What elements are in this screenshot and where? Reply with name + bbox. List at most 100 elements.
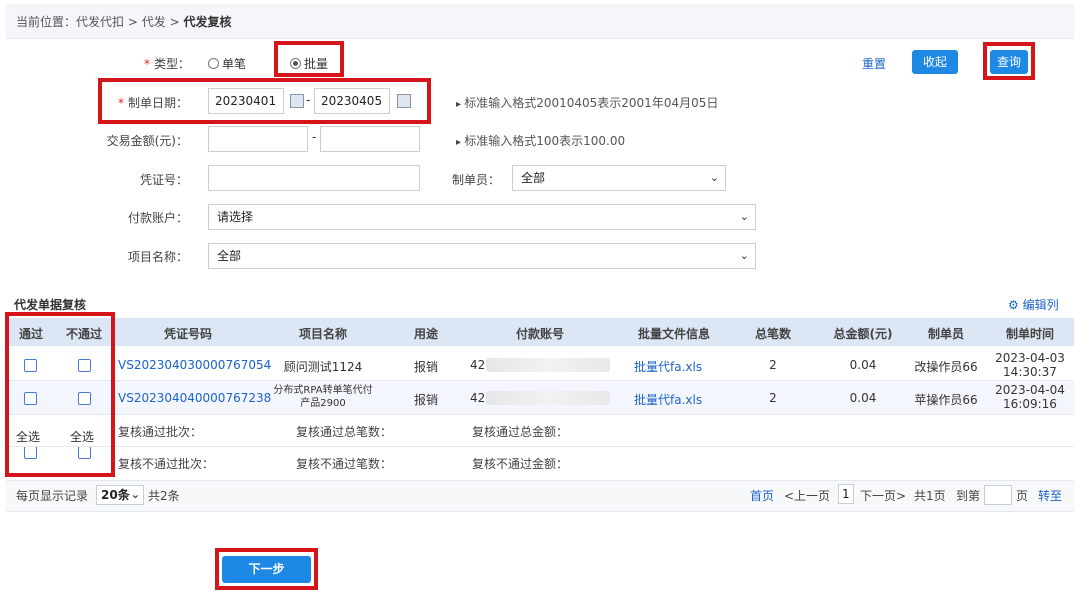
- goto-label: 到第: [956, 489, 981, 503]
- row-count: 2: [769, 358, 777, 372]
- project-select-value: 全部: [217, 249, 242, 263]
- per-page-value: 20条: [101, 488, 130, 502]
- voucher-link[interactable]: VS202304030000767054: [118, 358, 271, 372]
- row-clock: 14:30:37: [1003, 365, 1057, 379]
- breadcrumb-item-daifadaikou[interactable]: 代发代扣: [76, 15, 124, 29]
- voucher-input[interactable]: [208, 165, 420, 191]
- maker-label: 制单员：: [451, 173, 500, 187]
- row-date: 2023-04-04: [995, 383, 1065, 397]
- amount-range-dash: -: [312, 130, 317, 144]
- date-label-text: 制单日期：: [127, 96, 188, 110]
- amount-label: 交易金额(元)：: [106, 134, 188, 148]
- row-count: 2: [769, 391, 777, 405]
- reset-button[interactable]: 重置: [862, 55, 886, 72]
- next-step-button[interactable]: 下一步: [222, 556, 311, 583]
- row-account: 42: [470, 391, 486, 405]
- collapse-button[interactable]: 收起: [912, 50, 958, 74]
- maker-select[interactable]: 全部 ⌄: [512, 165, 726, 191]
- chevron-down-icon: ⌄: [739, 249, 749, 262]
- first-page-link[interactable]: 首页: [750, 487, 774, 504]
- row-account: 42: [470, 358, 486, 372]
- prev-page-link[interactable]: <上一页: [784, 487, 830, 504]
- maker-select-value: 全部: [521, 171, 546, 185]
- row-time: 2023-04-03 14:30:37: [990, 351, 1070, 379]
- page-unit-label: 页: [1016, 489, 1029, 503]
- chevron-down-icon: ⌄: [709, 171, 719, 184]
- highlight-box-checkcolumns: [5, 312, 115, 477]
- summary-fail-batches: 复核不通过批次：: [118, 457, 215, 471]
- query-button[interactable]: 查询: [990, 50, 1028, 74]
- row-purpose: 报销: [413, 360, 438, 374]
- row-amount: 0.04: [849, 391, 877, 405]
- section-title: 代发单据复核: [14, 298, 87, 312]
- amount-format-hint: 标准输入格式100表示100.00: [456, 132, 625, 149]
- project-select[interactable]: 全部 ⌄: [208, 243, 756, 269]
- col-count: 总笔数: [754, 327, 791, 341]
- row-purpose: 报销: [413, 393, 438, 407]
- breadcrumb-separator: >: [169, 15, 180, 29]
- col-account: 付款账号: [515, 327, 564, 341]
- type-single-label: 单笔: [222, 57, 247, 71]
- type-batch-label: 批量: [304, 57, 329, 71]
- goto-page-input[interactable]: [984, 485, 1012, 505]
- row-amount: 0.04: [849, 358, 877, 372]
- col-time: 制单时间: [1005, 327, 1054, 341]
- chevron-down-icon: ⌄: [739, 210, 749, 223]
- project-label: 项目名称：: [127, 250, 188, 264]
- edit-columns-label: 编辑列: [1022, 298, 1059, 312]
- row-divider: [6, 414, 1074, 415]
- col-voucher: 凭证号码: [163, 327, 212, 341]
- voucher-label: 凭证号：: [139, 173, 188, 187]
- breadcrumb-prefix: 当前位置：: [16, 15, 77, 29]
- per-page-select[interactable]: 20条 ⌄: [96, 485, 144, 505]
- edit-columns-link[interactable]: ⚙ 编辑列: [1008, 296, 1059, 313]
- current-page-box[interactable]: 1: [838, 484, 854, 504]
- type-label-text: 类型：: [153, 57, 190, 71]
- goto-button[interactable]: 转至: [1038, 487, 1062, 504]
- gear-icon: ⚙: [1008, 298, 1019, 312]
- summary-pass-amount: 复核通过总金额：: [472, 425, 569, 439]
- col-purpose: 用途: [413, 327, 438, 341]
- row-clock: 16:09:16: [1003, 397, 1057, 411]
- total-pages: 共1页: [914, 489, 946, 503]
- batch-file-link[interactable]: 批量代fa.xls: [634, 358, 702, 375]
- breadcrumb-current: 代发复核: [183, 15, 232, 29]
- chevron-down-icon: ⌄: [130, 488, 140, 501]
- date-from-input[interactable]: 20230401: [208, 88, 284, 114]
- type-single-radio[interactable]: 单笔: [208, 55, 246, 72]
- account-label: 付款账户：: [127, 211, 188, 225]
- per-page-label: 每页显示记录: [16, 489, 89, 503]
- summary-pass-count: 复核通过总笔数：: [296, 425, 393, 439]
- type-label: * 类型：: [143, 57, 190, 71]
- col-maker: 制单员: [927, 327, 964, 341]
- summary-pass-batches: 复核通过批次：: [118, 425, 203, 439]
- account-select[interactable]: 请选择 ⌄: [208, 204, 756, 230]
- calendar-icon[interactable]: [397, 94, 411, 108]
- total-records: 共2条: [148, 489, 180, 503]
- redacted-account: [486, 358, 610, 372]
- breadcrumb-item-daifa[interactable]: 代发: [142, 15, 166, 29]
- calendar-icon[interactable]: [290, 94, 304, 108]
- row-project-line1: 分布式RPA转单笔代付: [273, 385, 373, 396]
- row-maker: 苹操作员66: [914, 393, 978, 407]
- amount-min-input[interactable]: [208, 126, 308, 152]
- date-to-input[interactable]: 20230405: [314, 88, 390, 114]
- date-range-dash: -: [306, 93, 311, 107]
- row-project: 分布式RPA转单笔代付 产品2900: [262, 384, 384, 410]
- batch-file-link[interactable]: 批量代fa.xls: [634, 391, 702, 408]
- next-page-link[interactable]: 下一页>: [860, 487, 906, 504]
- date-label: * 制单日期：: [117, 96, 188, 110]
- amount-max-input[interactable]: [320, 126, 420, 152]
- col-project: 项目名称: [298, 327, 347, 341]
- row-divider: [6, 446, 1074, 447]
- col-amount: 总金额(元): [833, 327, 893, 341]
- voucher-link[interactable]: VS202304040000767238: [118, 391, 271, 405]
- redacted-account: [486, 391, 610, 405]
- row-date: 2023-04-03: [995, 351, 1065, 365]
- row-project-line2: 产品2900: [300, 398, 346, 409]
- col-file: 批量文件信息: [637, 327, 710, 341]
- row-project: 顾问测试1124: [283, 360, 363, 374]
- summary-fail-amount: 复核不通过金额：: [472, 457, 569, 471]
- row-maker: 改操作员66: [914, 360, 978, 374]
- type-batch-radio[interactable]: 批量: [290, 55, 328, 72]
